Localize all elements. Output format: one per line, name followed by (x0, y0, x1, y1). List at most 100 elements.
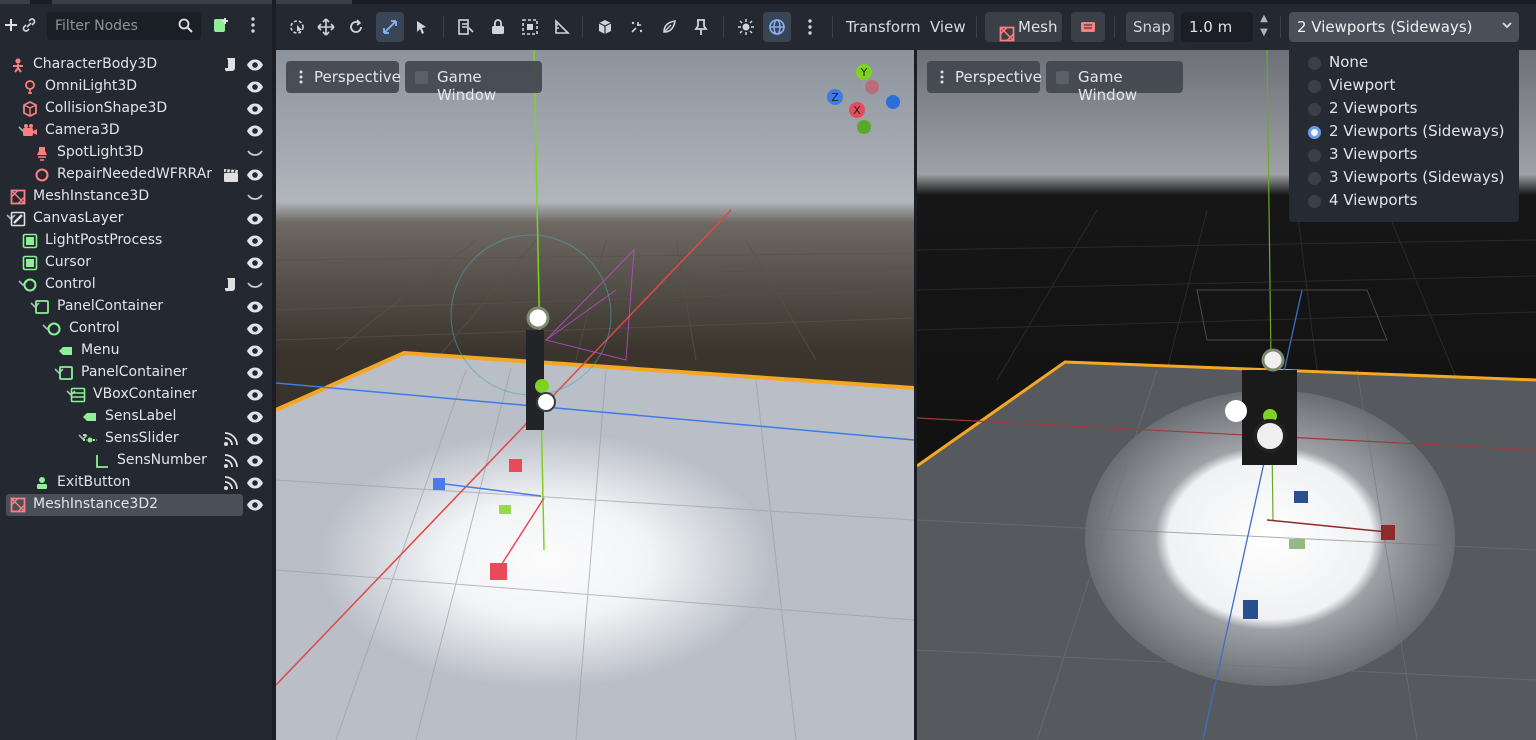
tree-node[interactable]: PanelContainer (0, 362, 272, 384)
layout-option[interactable]: Viewport (1289, 75, 1519, 98)
eye-closed-icon[interactable] (246, 278, 264, 292)
viewport-left[interactable]: Perspective Game Window Y Z X (276, 50, 914, 740)
eye-icon[interactable] (246, 234, 264, 248)
eye-closed-icon[interactable] (246, 190, 264, 204)
tree-node[interactable]: RepairNeededWFRRAr (0, 164, 272, 186)
eye-icon[interactable] (246, 388, 264, 402)
eye-icon[interactable] (246, 454, 264, 468)
radio-icon (1308, 103, 1321, 116)
viewport-3d-scene[interactable] (276, 50, 914, 740)
tree-node[interactable]: Control (0, 274, 272, 296)
sun-icon[interactable] (732, 12, 760, 42)
select-mode-icon[interactable] (282, 12, 312, 42)
separator (1280, 16, 1281, 38)
mesh-menu-button[interactable]: Mesh (985, 12, 1062, 42)
pin-icon[interactable] (687, 12, 715, 42)
collision-shape-icon (22, 100, 38, 118)
tree-node[interactable]: SensLabel (0, 406, 272, 428)
eye-icon[interactable] (246, 300, 264, 314)
eye-icon[interactable] (246, 58, 264, 72)
layout-option[interactable]: 2 Viewports (1289, 98, 1519, 121)
view-menu[interactable]: View (930, 18, 966, 36)
tree-node[interactable]: Menu (0, 340, 272, 362)
local-space-icon[interactable] (591, 12, 619, 42)
tree-node[interactable]: CanvasLayer (0, 208, 272, 230)
separator (723, 16, 724, 38)
signal-icon[interactable] (223, 431, 239, 447)
move-mode-icon[interactable] (312, 12, 340, 42)
layout-option[interactable]: 2 Viewports (Sideways) (1289, 121, 1519, 144)
more-options-icon[interactable] (242, 14, 264, 36)
tree-node[interactable]: SpotLight3D (0, 142, 272, 164)
leaf-icon[interactable] (655, 12, 683, 42)
ruler-icon[interactable] (548, 12, 576, 42)
group-icon[interactable] (516, 12, 544, 42)
filter-nodes[interactable] (47, 12, 201, 40)
pivot-icon[interactable] (452, 12, 480, 42)
eye-icon[interactable] (246, 80, 264, 94)
tree-node[interactable]: PanelContainer (0, 296, 272, 318)
environment-icon[interactable] (763, 12, 791, 42)
transform-menu[interactable]: Transform (846, 18, 921, 36)
environment-options-icon[interactable] (796, 12, 824, 42)
eye-icon[interactable] (246, 410, 264, 424)
tree-node[interactable]: CharacterBody3D (0, 54, 272, 76)
eye-icon[interactable] (246, 476, 264, 490)
perspective-menu[interactable]: Perspective (286, 61, 401, 93)
mesh-tool-button[interactable] (1071, 12, 1105, 42)
game-window-toggle[interactable]: Game Window (1046, 61, 1183, 104)
eye-icon[interactable] (246, 432, 264, 446)
snap-icon[interactable] (623, 12, 651, 42)
eye-icon[interactable] (246, 366, 264, 380)
scale-mode-icon[interactable] (376, 12, 404, 42)
link-icon[interactable] (18, 14, 40, 36)
eye-icon[interactable] (246, 344, 264, 358)
eye-icon[interactable] (246, 124, 264, 138)
script-icon[interactable] (223, 57, 239, 73)
eye-icon[interactable] (246, 168, 264, 182)
snap-value-field[interactable]: 1.0 m (1181, 12, 1253, 42)
perspective-menu[interactable]: Perspective (927, 61, 1042, 93)
viewport-layout-select[interactable]: 2 Viewports (Sideways) (1289, 12, 1519, 42)
clapperboard-icon[interactable] (223, 167, 239, 183)
chevron-down-icon[interactable]: ▼ (1256, 26, 1272, 40)
chevron-up-icon[interactable]: ▲ (1256, 12, 1272, 26)
eye-icon[interactable] (246, 212, 264, 226)
signal-icon[interactable] (223, 453, 239, 469)
tree-node[interactable]: SensSlider (0, 428, 272, 450)
layout-option[interactable]: 3 Viewports (1289, 144, 1519, 167)
layout-option[interactable]: None (1289, 52, 1519, 75)
game-window-toggle[interactable]: Game Window (405, 61, 542, 104)
script-icon[interactable] (223, 277, 239, 293)
tree-node[interactable]: MeshInstance3D2 (0, 494, 272, 516)
tree-node[interactable]: OmniLight3D (0, 76, 272, 98)
list-select-icon[interactable] (408, 12, 436, 42)
tree-node[interactable]: CollisionShape3D (0, 98, 272, 120)
game-window-checkbox[interactable] (1056, 71, 1069, 84)
signal-icon[interactable] (223, 475, 239, 491)
filter-nodes-input[interactable] (55, 16, 175, 36)
instance-scene-icon[interactable] (210, 14, 232, 36)
snap-button[interactable]: Snap (1126, 12, 1174, 42)
eye-icon[interactable] (246, 498, 264, 512)
tree-node[interactable]: Camera3D (0, 120, 272, 142)
eye-icon[interactable] (246, 322, 264, 336)
tree-node[interactable]: Control (0, 318, 272, 340)
tree-node[interactable]: MeshInstance3D (0, 186, 272, 208)
eye-icon[interactable] (246, 102, 264, 116)
snap-stepper[interactable]: ▲ ▼ (1256, 12, 1272, 42)
orientation-gizmo[interactable]: Y Z X (824, 62, 904, 142)
tree-node[interactable]: LightPostProcess (0, 230, 272, 252)
layout-option[interactable]: 4 Viewports (1289, 190, 1519, 213)
lock-icon[interactable] (484, 12, 512, 42)
eye-icon[interactable] (246, 256, 264, 270)
tree-node[interactable]: ExitButton (0, 472, 272, 494)
rotate-mode-icon[interactable] (342, 12, 370, 42)
tree-node[interactable]: SensNumber (0, 450, 272, 472)
game-window-checkbox[interactable] (415, 71, 428, 84)
tree-node[interactable]: Cursor (0, 252, 272, 274)
canvas-layer-icon (10, 211, 26, 227)
layout-option[interactable]: 3 Viewports (Sideways) (1289, 167, 1519, 190)
eye-closed-icon[interactable] (246, 146, 264, 160)
tree-node[interactable]: VBoxContainer (0, 384, 272, 406)
